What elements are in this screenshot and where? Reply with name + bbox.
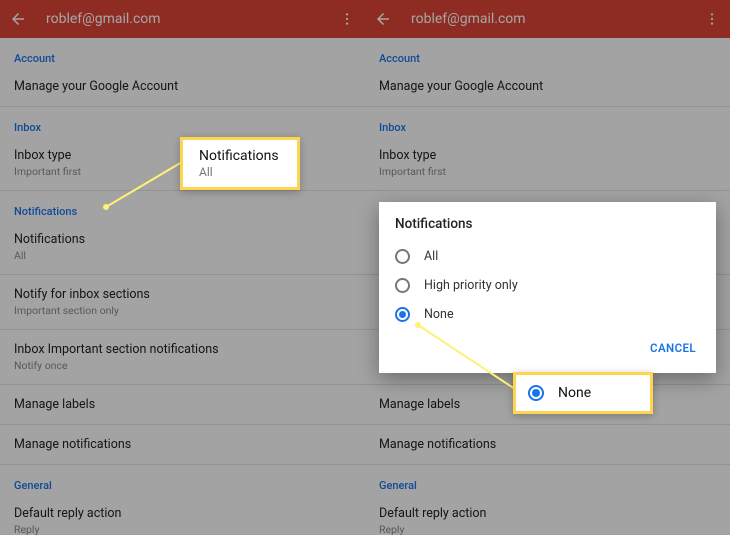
item-manage-notifications[interactable]: Manage notifications xyxy=(365,425,730,465)
callout-notifications: Notifications All xyxy=(180,137,300,190)
item-default-reply[interactable]: Default reply action Reply xyxy=(365,494,730,535)
item-notifications[interactable]: Notifications All xyxy=(0,220,365,275)
appbar-title: roblef@gmail.com xyxy=(28,11,337,27)
dialog-option-high[interactable]: High priority only xyxy=(395,271,700,300)
radio-checked-icon xyxy=(528,385,544,401)
radio-unchecked-icon xyxy=(395,278,410,293)
section-header-account: Account xyxy=(365,38,730,67)
settings-list: Account Manage your Google Account Inbox… xyxy=(0,38,365,535)
radio-unchecked-icon xyxy=(395,249,410,264)
overflow-menu-icon[interactable] xyxy=(337,9,357,29)
callout-title: Notifications xyxy=(199,148,281,164)
item-notify-sections[interactable]: Notify for inbox sections Important sect… xyxy=(0,275,365,330)
item-default-reply[interactable]: Default reply action Reply xyxy=(0,494,365,535)
item-inbox-type[interactable]: Inbox type Important first xyxy=(365,136,730,191)
section-header-general: General xyxy=(365,465,730,494)
overflow-menu-icon[interactable] xyxy=(702,9,722,29)
section-header-inbox: Inbox xyxy=(0,107,365,136)
item-manage-labels[interactable]: Manage labels xyxy=(0,385,365,425)
dialog-title: Notifications xyxy=(395,216,700,232)
item-manage-account[interactable]: Manage your Google Account xyxy=(365,67,730,107)
callout-label: None xyxy=(558,385,591,401)
section-header-general: General xyxy=(0,465,365,494)
dialog-option-none[interactable]: None xyxy=(395,300,700,329)
dialog-cancel-button[interactable]: CANCEL xyxy=(646,335,700,361)
callout-none: None xyxy=(513,372,653,414)
section-header-account: Account xyxy=(0,38,365,67)
dialog-option-label: High priority only xyxy=(424,278,518,293)
notifications-dialog: Notifications All High priority only Non… xyxy=(379,202,716,373)
radio-checked-icon xyxy=(395,307,410,322)
appbar: roblef@gmail.com xyxy=(0,0,365,38)
dialog-option-label: None xyxy=(424,307,454,322)
left-panel: roblef@gmail.com Account Manage your Goo… xyxy=(0,0,365,535)
item-important-notif[interactable]: Inbox Important section notifications No… xyxy=(0,330,365,385)
item-manage-account[interactable]: Manage your Google Account xyxy=(0,67,365,107)
right-panel: roblef@gmail.com Account Manage your Goo… xyxy=(365,0,730,535)
dialog-option-label: All xyxy=(424,249,438,264)
back-arrow-icon[interactable] xyxy=(373,9,393,29)
section-header-inbox: Inbox xyxy=(365,107,730,136)
appbar-title: roblef@gmail.com xyxy=(393,11,702,27)
section-header-notifications: Notifications xyxy=(0,191,365,220)
appbar: roblef@gmail.com xyxy=(365,0,730,38)
back-arrow-icon[interactable] xyxy=(8,9,28,29)
callout-sub: All xyxy=(199,165,281,179)
item-manage-notifications[interactable]: Manage notifications xyxy=(0,425,365,465)
dialog-option-all[interactable]: All xyxy=(395,242,700,271)
